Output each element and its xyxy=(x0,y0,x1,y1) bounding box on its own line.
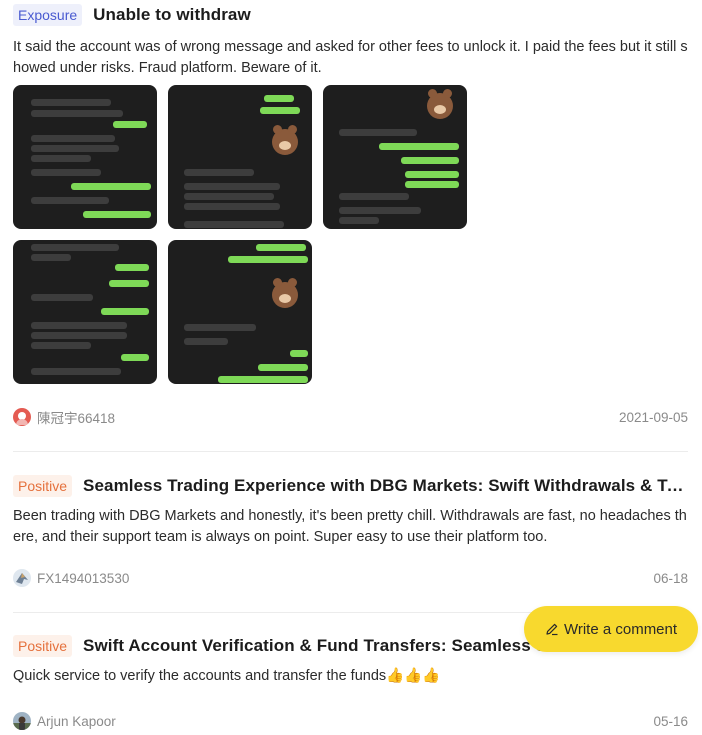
bear-sticker-icon xyxy=(272,125,298,155)
review-meta: Arjun Kapoor 05-16 xyxy=(13,712,688,730)
review-title[interactable]: Seamless Trading Experience with DBG Mar… xyxy=(83,476,688,496)
review-header: Exposure Unable to withdraw xyxy=(13,3,688,27)
exposure-tag: Exposure xyxy=(13,4,83,26)
chat-screenshot-thumbnail[interactable] xyxy=(13,85,157,229)
reviewer[interactable]: 陳冠宇66418 xyxy=(13,407,115,427)
pencil-icon xyxy=(546,623,558,636)
review-title[interactable]: Unable to withdraw xyxy=(93,5,251,25)
chat-screenshot-thumbnail[interactable] xyxy=(168,240,312,384)
reviewer-name[interactable]: Arjun Kapoor xyxy=(37,714,116,729)
review-meta: FX1494013530 06-18 xyxy=(13,569,688,587)
reviewer[interactable]: Arjun Kapoor xyxy=(13,712,116,730)
avatar[interactable] xyxy=(13,569,31,587)
chat-screenshot-thumbnail[interactable] xyxy=(13,240,157,384)
review-date: 06-18 xyxy=(653,570,688,586)
review-card[interactable]: Positive Seamless Trading Experience wit… xyxy=(13,474,688,548)
avatar[interactable] xyxy=(13,712,31,730)
review-body: Been trading with DBG Markets and honest… xyxy=(13,508,687,545)
avatar[interactable] xyxy=(13,408,31,426)
bear-sticker-icon xyxy=(272,278,298,308)
divider xyxy=(13,451,688,452)
chat-screenshot-thumbnail[interactable] xyxy=(168,85,312,229)
review-date: 05-16 xyxy=(653,713,688,729)
write-comment-button[interactable]: Write a comment xyxy=(524,606,698,652)
review-card[interactable]: Exposure Unable to withdraw It said the … xyxy=(13,3,688,79)
review-body: Quick service to verify the accounts and… xyxy=(13,668,441,684)
positive-tag: Positive xyxy=(13,635,73,657)
review-header: Positive Seamless Trading Experience wit… xyxy=(13,474,688,498)
reviewer-name[interactable]: FX1494013530 xyxy=(37,571,129,586)
reviewer[interactable]: FX1494013530 xyxy=(13,569,129,587)
review-body: It said the account was of wrong message… xyxy=(13,39,688,76)
chat-screenshot-thumbnail[interactable] xyxy=(323,85,467,229)
reviewer-name[interactable]: 陳冠宇66418 xyxy=(37,407,115,427)
review-title[interactable]: Swift Account Verification & Fund Transf… xyxy=(83,636,603,656)
review-date: 2021-09-05 xyxy=(618,409,688,425)
bear-sticker-icon xyxy=(427,89,453,119)
positive-tag: Positive xyxy=(13,475,73,497)
review-meta: 陳冠宇66418 2021-09-05 xyxy=(13,407,688,427)
review-image-gallery xyxy=(13,85,473,385)
write-comment-label: Write a comment xyxy=(563,620,678,638)
